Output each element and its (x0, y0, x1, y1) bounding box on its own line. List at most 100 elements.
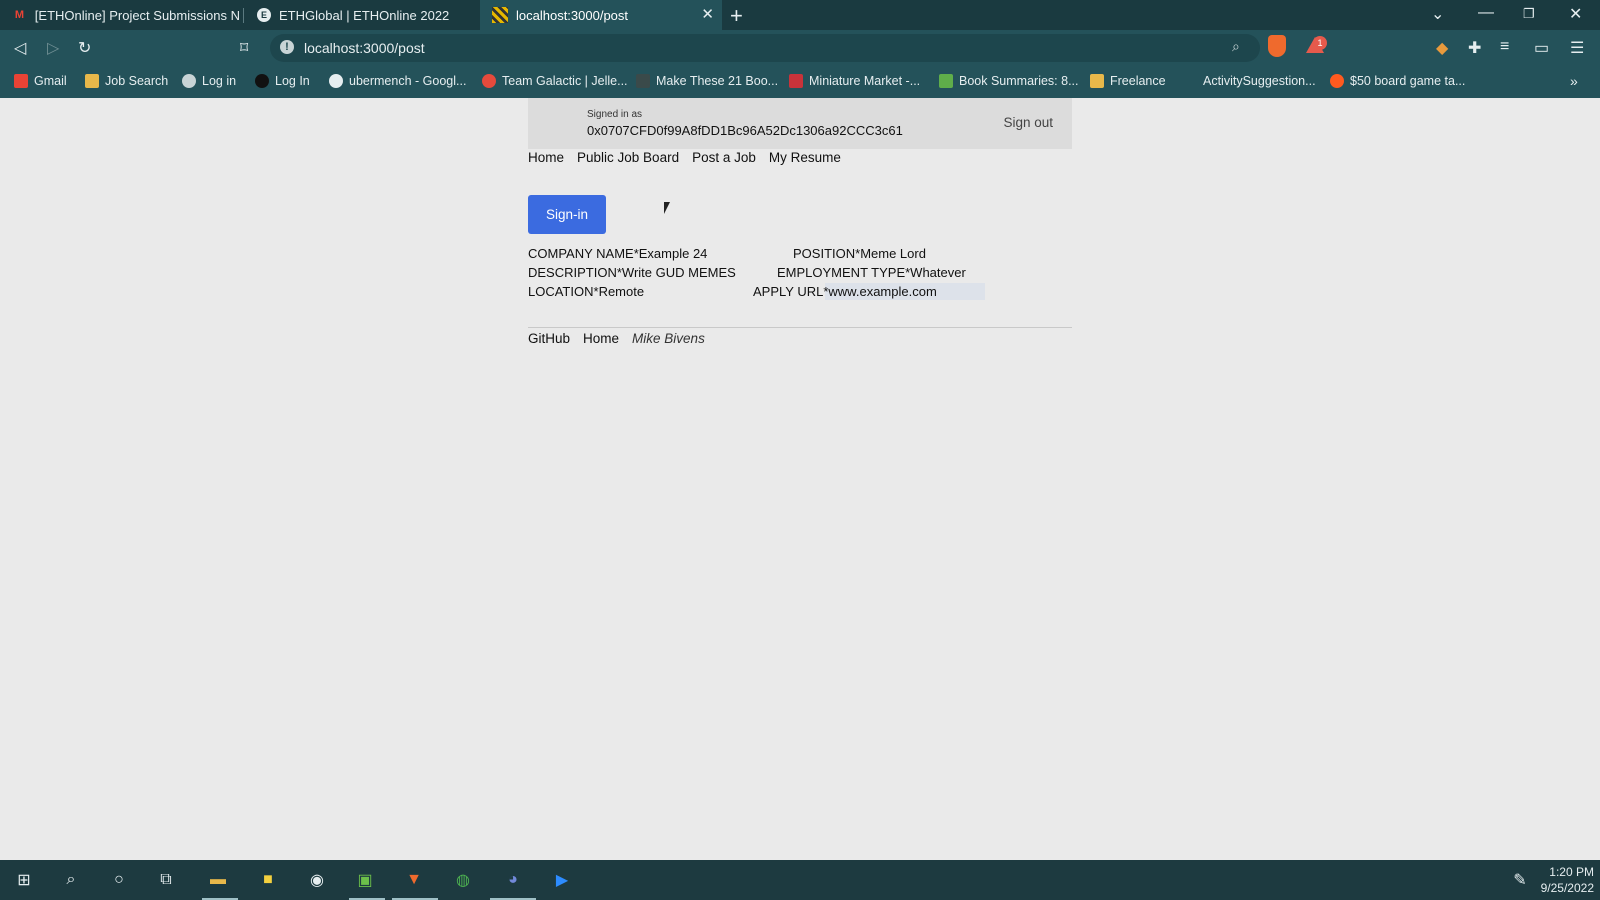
description-value: Write GUD MEMES (621, 265, 736, 280)
market-icon (789, 74, 803, 88)
rewards-badge: 1 (1313, 36, 1327, 50)
apply-url-label: APPLY URL* (753, 284, 829, 299)
zoom-icon[interactable]: ⌕ (1232, 38, 1240, 55)
tab-title: localhost:3000/post (516, 7, 629, 23)
playlist-icon[interactable]: ≡ (1500, 38, 1509, 56)
discord-icon[interactable]: ◕ (501, 868, 525, 892)
windows-start-icon[interactable]: ⊞ (12, 868, 36, 892)
tab-separator (243, 8, 244, 23)
bookmark-label: Gmail (34, 74, 67, 88)
site-icon (255, 74, 269, 88)
brave-browser-icon[interactable]: ▼ (402, 868, 426, 892)
bookmark-miniature-market[interactable]: Miniature Market -... (789, 74, 920, 88)
bookmark-board-game[interactable]: $50 board game ta... (1330, 74, 1465, 88)
goodreads-icon (636, 74, 650, 88)
bookmark-ubermench[interactable]: ubermench - Googl... (329, 74, 466, 88)
file-explorer-icon[interactable]: ▬ (206, 868, 230, 892)
toolbar: ◁ ▷ ↻ ⌑ ! localhost:3000/post ⌕ ◆ ✚ ≡ ▭ … (0, 30, 1600, 66)
wallet-icon[interactable]: ▭ (1534, 38, 1549, 58)
close-tab-icon[interactable]: ✕ (701, 5, 714, 23)
description-label: DESCRIPTION* (528, 265, 622, 280)
footer-home-link[interactable]: Home (583, 331, 619, 346)
close-window-icon[interactable]: ✕ (1569, 4, 1582, 24)
book-icon (939, 74, 953, 88)
tab-title: [ETHOnline] Project Submissions Now (34, 7, 240, 23)
taskbar: ⊞ ⌕ ○ ⧉ ▬ ■ ◉ ▣ ▼ ◍ ◕ ▶ ✎ 1:20 PM 9/25/2… (0, 860, 1600, 900)
nav-home[interactable]: Home (528, 150, 564, 165)
onepassword-icon[interactable]: ◉ (305, 868, 329, 892)
footer: GitHub Home Mike Bivens (528, 331, 705, 346)
address-bar[interactable]: ! localhost:3000/post ⌕ (270, 34, 1260, 62)
bookmark-book-summaries[interactable]: Book Summaries: 8... (939, 74, 1079, 88)
position-value: Meme Lord (860, 246, 926, 261)
search-icon[interactable]: ⌕ (59, 868, 83, 892)
apply-url-value: www.example.com (828, 284, 937, 299)
employment-type-field[interactable]: EMPLOYMENT TYPE*Whatever (777, 265, 966, 280)
bookmark-gmail[interactable]: Gmail (14, 74, 67, 88)
back-icon[interactable]: ◁ (14, 38, 26, 58)
minimize-icon[interactable]: — (1478, 4, 1494, 22)
gmail-icon (14, 74, 28, 88)
folder-icon (85, 74, 99, 88)
nav-public-job-board[interactable]: Public Job Board (577, 150, 679, 165)
chrome-icon[interactable]: ◍ (451, 868, 475, 892)
apply-url-field[interactable]: APPLY URL*www.example.com (753, 284, 937, 299)
gmail-icon: M (14, 9, 24, 21)
google-icon (329, 74, 343, 88)
bookmark-activity-suggestion[interactable]: ActivitySuggestion... (1203, 74, 1316, 88)
footer-author: Mike Bivens (632, 331, 705, 346)
nav-post-a-job[interactable]: Post a Job (692, 150, 756, 165)
signed-in-banner: Signed in as 0x0707CFD0f99A8fDD1Bc96A52D… (528, 98, 1072, 149)
app-icon[interactable]: ▣ (353, 868, 377, 892)
footer-divider (528, 327, 1072, 328)
bookmark-label: Log In (275, 74, 310, 88)
location-value: Remote (598, 284, 645, 299)
bookmark-job-search[interactable]: Job Search (85, 74, 168, 88)
main-nav: Home Public Job Board Post a Job My Resu… (528, 150, 841, 165)
cortana-icon[interactable]: ○ (107, 868, 131, 892)
position-field[interactable]: POSITION*Meme Lord (793, 246, 926, 261)
pen-icon[interactable]: ✎ (1508, 868, 1532, 892)
tab-localhost-post[interactable]: localhost:3000/post ✕ (480, 0, 722, 30)
nav-my-resume[interactable]: My Resume (769, 150, 841, 165)
site-info-icon[interactable]: ! (280, 40, 294, 54)
bookmark-freelance[interactable]: Freelance (1090, 74, 1166, 88)
restore-icon[interactable]: ❐ (1523, 6, 1535, 22)
reload-icon[interactable]: ↻ (78, 38, 91, 58)
menu-icon[interactable]: ☰ (1570, 38, 1584, 58)
position-label: POSITION* (793, 246, 861, 261)
metamask-icon[interactable]: ◆ (1436, 38, 1448, 58)
company-name-label: COMPANY NAME* (528, 246, 639, 261)
bookmark-log-in-2[interactable]: Log In (255, 74, 310, 88)
new-tab-icon[interactable]: + (730, 3, 743, 29)
forward-icon[interactable]: ▷ (47, 38, 59, 58)
bookmark-label: $50 board game ta... (1350, 74, 1466, 88)
location-field[interactable]: LOCATION*Remote (528, 284, 644, 299)
bookmark-label: Job Search (105, 74, 169, 88)
task-view-icon[interactable]: ⧉ (154, 868, 178, 892)
bookmark-label: Make These 21 Boo... (656, 74, 779, 88)
bookmark-make-these[interactable]: Make These 21 Boo... (636, 74, 778, 88)
bookmark-label: ActivitySuggestion... (1203, 74, 1316, 88)
bookmark-icon[interactable]: ⌑ (240, 38, 248, 58)
zoom-app-icon[interactable]: ▶ (550, 868, 574, 892)
footer-github-link[interactable]: GitHub (528, 331, 570, 346)
tab-ethonline-submissions[interactable]: M [ETHOnline] Project Submissions Now (0, 0, 240, 30)
bookmarks-bar: Gmail Job Search Log in Log In ubermench… (0, 66, 1600, 98)
bookmark-label: Team Galactic | Jelle... (502, 74, 628, 88)
sign-out-link[interactable]: Sign out (1003, 115, 1053, 130)
sticky-notes-icon[interactable]: ■ (256, 868, 280, 892)
tab-search-icon[interactable]: ⌄ (1431, 4, 1444, 24)
bookmark-log-in[interactable]: Log in (182, 74, 236, 88)
tab-title: ETHGlobal | ETHOnline 2022 (279, 7, 450, 23)
sign-in-button[interactable]: Sign-in (528, 195, 606, 234)
system-clock[interactable]: 1:20 PM 9/25/2022 (1541, 864, 1594, 896)
tab-ethglobal[interactable]: E ETHGlobal | ETHOnline 2022 (245, 0, 480, 30)
brave-shields-icon[interactable] (1268, 35, 1286, 57)
description-field[interactable]: DESCRIPTION*Write GUD MEMES (528, 265, 736, 280)
ethglobal-icon: E (257, 8, 271, 22)
company-name-field[interactable]: COMPANY NAME*Example 24 (528, 246, 707, 261)
more-bookmarks-icon[interactable]: » (1570, 73, 1578, 89)
bookmark-team-galactic[interactable]: Team Galactic | Jelle... (482, 74, 628, 88)
extensions-icon[interactable]: ✚ (1468, 38, 1481, 58)
